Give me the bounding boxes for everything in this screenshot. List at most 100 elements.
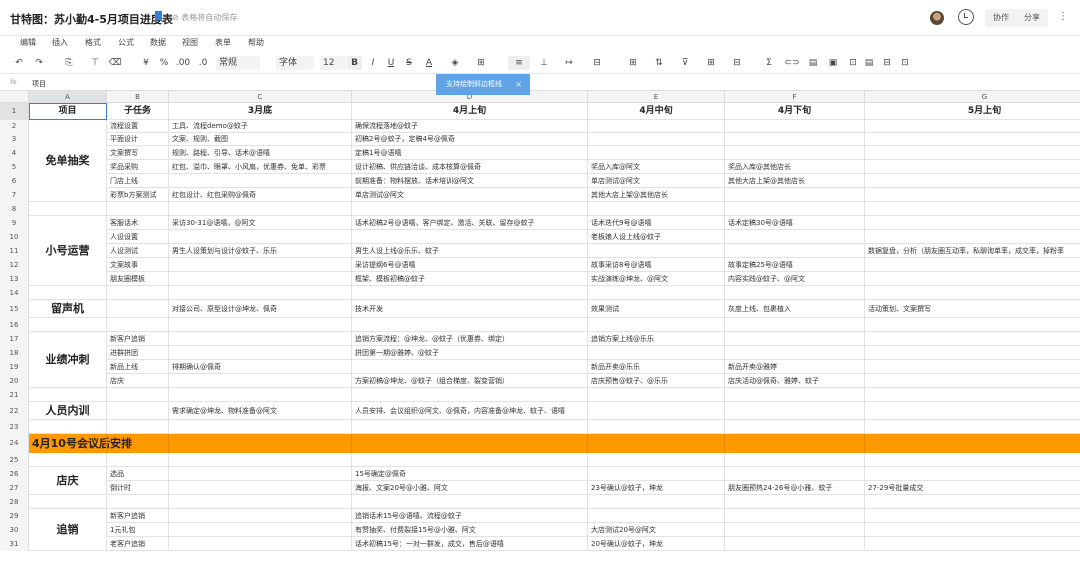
table-cell[interactable]: 店庆活动@佩奇、雅婷、蚊子 [725, 374, 865, 388]
row-header[interactable]: 26 [0, 467, 29, 481]
table-cell[interactable] [588, 133, 725, 146]
table-cell[interactable] [865, 388, 1080, 402]
table-cell[interactable] [725, 388, 865, 402]
currency-button[interactable]: ¥ [140, 56, 152, 70]
table-cell[interactable] [29, 420, 107, 434]
group-label[interactable]: 业绩冲刺 [29, 332, 107, 388]
table-cell[interactable] [169, 420, 352, 434]
table-cell[interactable]: 话术定稿30号@语嘻 [725, 216, 865, 230]
menu-help[interactable]: 帮助 [248, 37, 264, 48]
table-cell[interactable]: 人员安排、会议组织@阿文、@佩奇，内容准备@坤龙、蚊子、语嘻 [352, 402, 588, 420]
table-cell[interactable] [865, 174, 1080, 188]
font-family-select[interactable]: 字体 [276, 56, 314, 70]
header-cell[interactable]: 5月上旬 [865, 103, 1080, 120]
row-header[interactable]: 17 [0, 332, 29, 346]
table-cell[interactable]: 其他大店上架@其他店长 [588, 188, 725, 202]
filter-icon[interactable]: ⊽ [678, 56, 692, 70]
table-cell[interactable]: 老客户追销 [107, 537, 169, 551]
table-cell[interactable] [865, 202, 1080, 216]
table-cell[interactable] [725, 346, 865, 360]
table-cell[interactable] [169, 318, 352, 332]
table-cell[interactable] [29, 202, 107, 216]
table-cell[interactable] [169, 202, 352, 216]
close-icon[interactable]: × [515, 74, 522, 95]
decrease-decimal-button[interactable]: .0 [196, 56, 210, 70]
table-cell[interactable] [588, 318, 725, 332]
font-size-select[interactable]: 12 [320, 56, 346, 70]
table-cell[interactable] [865, 346, 1080, 360]
table-cell[interactable] [865, 467, 1080, 481]
text-color-icon[interactable]: A [422, 56, 436, 70]
table-cell[interactable] [588, 286, 725, 300]
table-cell[interactable] [588, 467, 725, 481]
group-label[interactable]: 留声机 [29, 300, 107, 318]
menu-view[interactable]: 视图 [182, 37, 198, 48]
row-header[interactable]: 3 [0, 133, 29, 146]
table-cell[interactable]: 其他大店上架@其他店长 [725, 174, 865, 188]
table-cell[interactable]: 朋友圈预热24-26号@小雅、蚊子 [725, 481, 865, 495]
table-cell[interactable]: 有赞抽奖、付费裂接15号@小雅、阿文 [352, 523, 588, 537]
row-header[interactable]: 5 [0, 160, 29, 174]
row-header[interactable]: 18 [0, 346, 29, 360]
table-cell[interactable] [169, 332, 352, 346]
table-cell[interactable] [352, 453, 588, 467]
print-icon[interactable]: ⊟ [880, 56, 894, 70]
table-cell[interactable]: 倒计时 [107, 481, 169, 495]
table-icon[interactable]: ⊞ [704, 56, 718, 70]
table-cell[interactable]: 定稿1号@语嘻 [352, 146, 588, 160]
table-cell[interactable] [725, 146, 865, 160]
table-cell[interactable] [352, 286, 588, 300]
table-cell[interactable]: 追销话术15号@语嘻、流程@蚊子 [352, 509, 588, 523]
table-cell[interactable]: 追销方案上线@乐乐 [588, 332, 725, 346]
table-cell[interactable] [865, 332, 1080, 346]
table-cell[interactable]: 文案、规则、截图 [169, 133, 352, 146]
merge-cells-icon[interactable]: ⊟ [590, 56, 604, 70]
table-cell[interactable] [169, 230, 352, 244]
group-label[interactable]: 人员内训 [29, 402, 107, 420]
table-cell[interactable] [29, 318, 107, 332]
table-cell[interactable] [169, 523, 352, 537]
table-cell[interactable]: 初稿2号@蚊子，定稿4号@佩奇 [352, 133, 588, 146]
table-cell[interactable]: 老板娘人设上线@蚊子 [588, 230, 725, 244]
row-header[interactable]: 1 [0, 103, 29, 120]
bold-button[interactable]: B [347, 56, 362, 70]
table-cell[interactable]: 话术初稿15号：一对一群发，成交，售后@语嘻 [352, 537, 588, 551]
row-header[interactable]: 30 [0, 523, 29, 537]
table-cell[interactable] [352, 360, 588, 374]
table-cell[interactable]: 采访30-31@语嘻，@阿文 [169, 216, 352, 230]
table-cell[interactable] [29, 495, 107, 509]
row-header[interactable]: 16 [0, 318, 29, 332]
row-header[interactable]: 19 [0, 360, 29, 374]
table-cell[interactable] [107, 388, 169, 402]
table-cell[interactable]: 奖品入库@阿文 [588, 160, 725, 174]
table-cell[interactable]: 效果测试 [588, 300, 725, 318]
header-cell[interactable]: 4月中旬 [588, 103, 725, 120]
table-cell[interactable]: 20号确认@蚊子，坤龙 [588, 537, 725, 551]
column-header-f[interactable]: F [725, 91, 865, 103]
table-cell[interactable] [725, 120, 865, 133]
group-label[interactable]: 追销 [29, 509, 107, 551]
clear-format-icon[interactable]: ⌫ [108, 56, 122, 70]
table-cell[interactable]: 平面设计 [107, 133, 169, 146]
group-label[interactable]: 小号运营 [29, 216, 107, 286]
freeze-icon[interactable]: ⊞ [626, 56, 640, 70]
table-cell[interactable]: 门店上线 [107, 174, 169, 188]
table-cell[interactable]: 红包、溢巾、眼罩、小风扇，优惠券、免单、彩票 [169, 160, 352, 174]
collab-button[interactable]: 协作 [985, 9, 1017, 27]
table-cell[interactable]: 男生人设上线@乐乐、蚊子 [352, 244, 588, 258]
table-cell[interactable] [352, 495, 588, 509]
table-cell[interactable] [107, 318, 169, 332]
table-cell[interactable] [588, 244, 725, 258]
table-cell[interactable]: 人设测试 [107, 244, 169, 258]
format-brush-icon[interactable]: ⊤ [88, 56, 102, 70]
table-cell[interactable] [865, 286, 1080, 300]
table-cell[interactable]: 彩票b方案测试 [107, 188, 169, 202]
table-cell[interactable] [169, 286, 352, 300]
menu-data[interactable]: 数据 [150, 37, 166, 48]
table-cell[interactable] [725, 188, 865, 202]
table-cell[interactable] [865, 318, 1080, 332]
table-cell[interactable] [865, 402, 1080, 420]
table-cell[interactable]: 框架、模板初稿@蚊子 [352, 272, 588, 286]
row-header[interactable]: 27 [0, 481, 29, 495]
row-header[interactable]: 24 [0, 434, 29, 453]
